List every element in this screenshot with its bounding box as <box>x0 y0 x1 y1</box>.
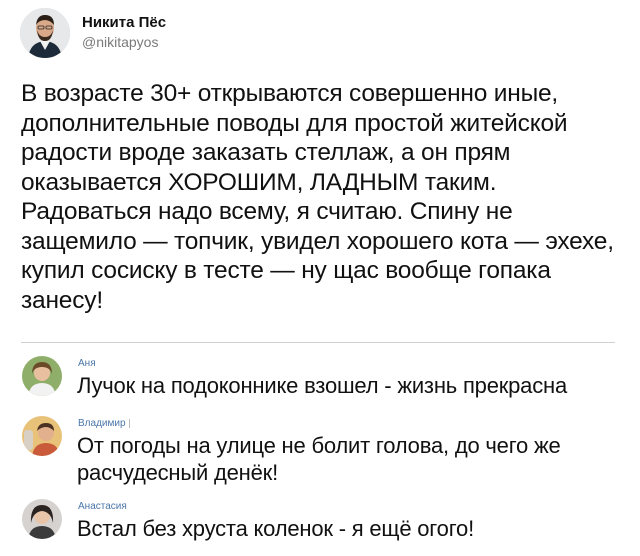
comment-text: От погоды на улице не болит голова, до ч… <box>77 433 561 485</box>
author-avatar[interactable] <box>20 8 70 58</box>
author-handle[interactable]: @nikitapyos <box>82 34 158 50</box>
commenter-avatar[interactable] <box>22 416 62 456</box>
comment-author[interactable]: Анастасия <box>78 501 127 512</box>
person-photo-icon <box>22 416 62 456</box>
comment-author-name[interactable]: Владимир <box>78 418 126 429</box>
person-photo-icon <box>20 8 70 58</box>
person-photo-icon <box>22 499 62 539</box>
author-name[interactable]: Никита Пёс <box>82 14 166 31</box>
comment-author[interactable]: Владимир <box>78 418 130 429</box>
commenter-avatar[interactable] <box>22 356 62 396</box>
post-text: В возрасте 30+ открываются совершенно ин… <box>21 80 614 314</box>
comment-text: Лучок на подоконнике взошел - жизнь прек… <box>77 373 568 398</box>
person-photo-icon <box>22 356 62 396</box>
separator <box>128 418 130 428</box>
comment-text: Встал без хруста коленок - я ещё огого! <box>77 516 474 541</box>
commenter-avatar[interactable] <box>22 499 62 539</box>
divider <box>21 342 615 343</box>
comment-author[interactable]: Аня <box>78 358 96 369</box>
